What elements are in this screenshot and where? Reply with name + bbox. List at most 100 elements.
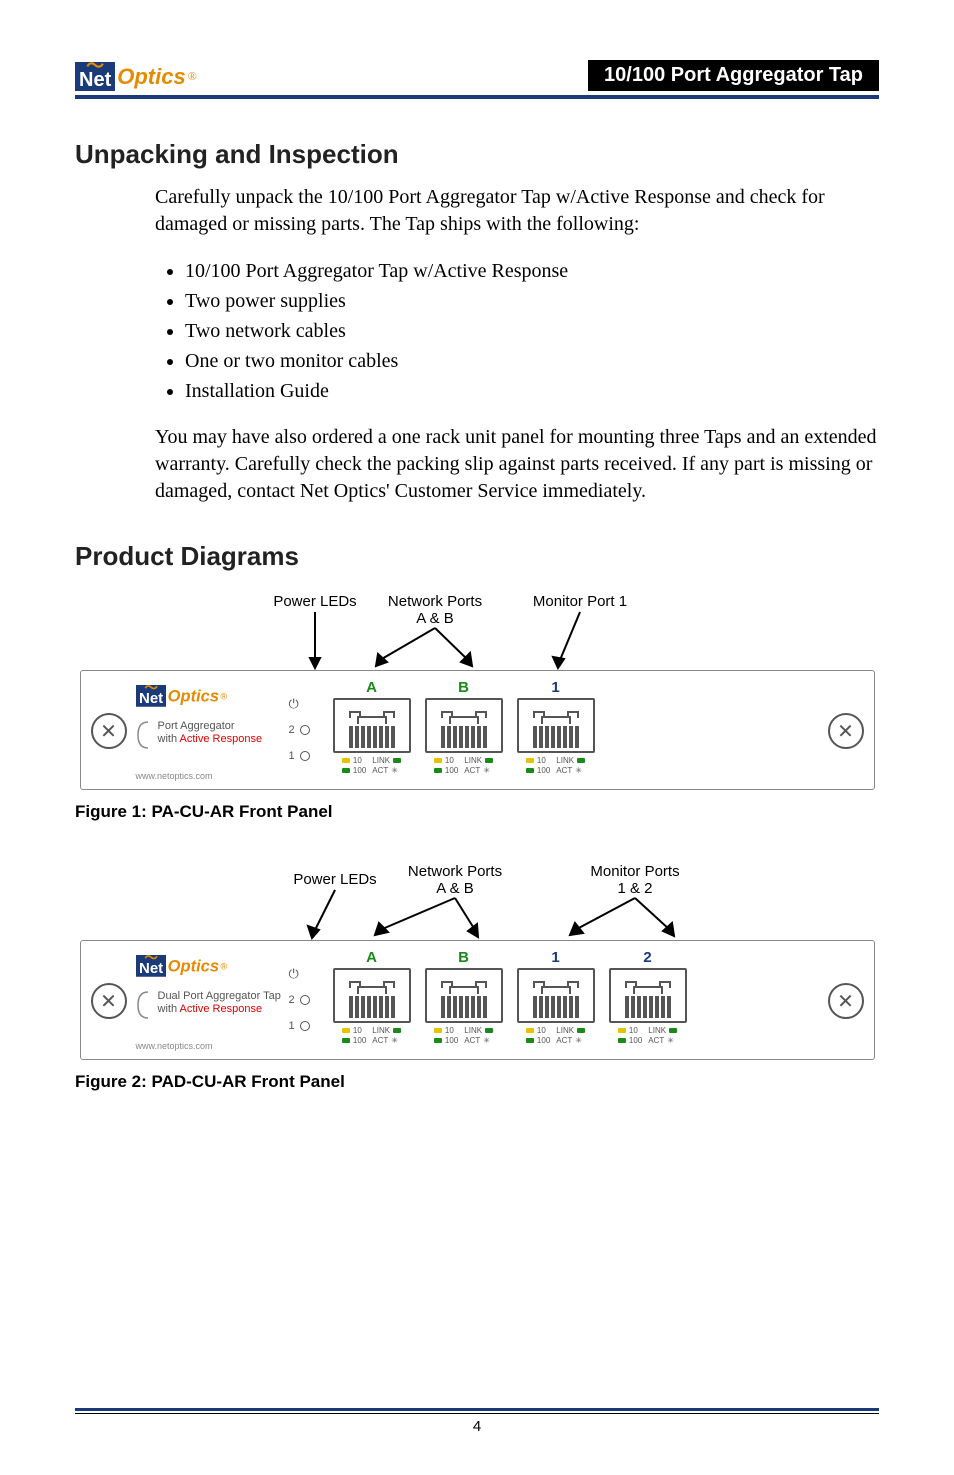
power-led-2-label: 2 xyxy=(289,724,295,736)
port-label: A xyxy=(366,949,377,966)
ports-row: A 10100 LINKACT✳ B 10100 LINKACT✳ 1 xyxy=(333,949,687,1045)
list-item: Two power supplies xyxy=(185,286,879,316)
list-item: Installation Guide xyxy=(185,376,879,406)
figure-2: Power LEDs Network Ports A & B Monitor P… xyxy=(75,862,879,1092)
page-footer: 4 xyxy=(75,1408,879,1435)
list-item: Two network cables xyxy=(185,316,879,346)
logo: ～ Net Optics ® xyxy=(75,62,197,91)
port-legend: 10100 LINKACT✳ xyxy=(342,756,401,775)
port-legend: 10100 LINKACT✳ xyxy=(526,756,585,775)
port-label: B xyxy=(458,679,469,696)
rj45-port-icon xyxy=(425,968,503,1023)
led-ring-icon xyxy=(300,995,310,1005)
callout-monitor-ports-l2: 1 & 2 xyxy=(617,880,652,897)
callout-monitor-ports-l1: Monitor Ports xyxy=(590,863,679,880)
port-2: 2 10100 LINKACT✳ xyxy=(609,949,687,1045)
logo-net-box: ～ Net xyxy=(75,62,115,91)
act-icon: ✳ xyxy=(483,1036,490,1045)
logo-registered-icon: ® xyxy=(188,69,197,84)
unpacking-intro: Carefully unpack the 10/100 Port Aggrega… xyxy=(155,184,879,238)
panel-subtitle-l2: with Active Response xyxy=(158,733,263,746)
panel-url: www.netoptics.com xyxy=(136,1041,213,1051)
port-1: 1 10100 LINKACT✳ xyxy=(517,949,595,1045)
logo-net-text: Net xyxy=(79,71,111,89)
act-icon: ✳ xyxy=(391,1036,398,1045)
header-title: 10/100 Port Aggregator Tap xyxy=(588,60,879,91)
port-b: B 10100 LINKACT✳ xyxy=(425,679,503,775)
port-label: A xyxy=(366,679,377,696)
callout-network-ports-l2: A & B xyxy=(436,880,474,897)
port-label: 1 xyxy=(551,949,559,966)
unpacking-outro: You may have also ordered a one rack uni… xyxy=(155,424,879,505)
port-legend: 10100 LINKACT✳ xyxy=(526,1026,585,1045)
screw-icon: ✕ xyxy=(91,713,127,749)
port-a: A 10100 LINKACT✳ xyxy=(333,949,411,1045)
list-item: 10/100 Port Aggregator Tap w/Active Resp… xyxy=(185,256,879,286)
rj45-port-icon xyxy=(517,698,595,753)
port-legend: 10100 LINKACT✳ xyxy=(618,1026,677,1045)
power-icon: ⏻ xyxy=(289,966,299,982)
figure2-callout-arrows: Power LEDs Network Ports A & B Monitor P… xyxy=(80,862,875,940)
logo-optics-text: Optics xyxy=(117,64,185,90)
act-icon: ✳ xyxy=(575,1036,582,1045)
shipping-list: 10/100 Port Aggregator Tap w/Active Resp… xyxy=(185,256,879,406)
page-header: ～ Net Optics ® 10/100 Port Aggregator Ta… xyxy=(75,60,879,91)
port-label: B xyxy=(458,949,469,966)
callout-monitor-port: Monitor Port 1 xyxy=(532,593,626,610)
callout-network-ports-l1: Network Ports xyxy=(387,593,481,610)
screw-icon: ✕ xyxy=(828,713,864,749)
led-ring-icon xyxy=(300,751,310,761)
led-ring-icon xyxy=(300,1021,310,1031)
port-b: B 10100 LINKACT✳ xyxy=(425,949,503,1045)
callout-network-ports-l2: A & B xyxy=(416,610,454,627)
panel-logo-block: ～Net Optics ® Dual Port Aggregator Tap w… xyxy=(136,955,281,1020)
footer-rule-thick xyxy=(75,1408,879,1411)
power-led-1-label: 1 xyxy=(289,1020,295,1032)
rj45-port-icon xyxy=(333,968,411,1023)
diagrams-heading: Product Diagrams xyxy=(75,541,879,572)
bracket-icon xyxy=(136,990,152,1020)
figure2-panel: ✕ ✕ ～Net Optics ® Dual Port Aggregator T… xyxy=(80,940,875,1060)
page-number: 4 xyxy=(75,1418,879,1435)
screw-icon: ✕ xyxy=(91,983,127,1019)
figure-1: Power LEDs Network Ports A & B Monitor P… xyxy=(75,592,879,822)
header-rule xyxy=(75,95,879,99)
power-icon: ⏻ xyxy=(289,696,299,712)
panel-subtitle-l1: Dual Port Aggregator Tap xyxy=(158,990,281,1003)
rj45-port-icon xyxy=(425,698,503,753)
ports-row: A 10100 LINKACT✳ B 10100 LINKACT✳ 1 xyxy=(333,679,595,775)
act-icon: ✳ xyxy=(483,766,490,775)
port-label: 1 xyxy=(551,679,559,696)
port-legend: 10100 LINKACT✳ xyxy=(342,1026,401,1045)
act-icon: ✳ xyxy=(391,766,398,775)
bracket-icon xyxy=(136,720,152,750)
list-item: One or two monitor cables xyxy=(185,346,879,376)
screw-icon: ✕ xyxy=(828,983,864,1019)
panel-logo-block: ～Net Optics ® Port Aggregator with Activ… xyxy=(136,685,263,750)
port-label: 2 xyxy=(643,949,651,966)
port-legend: 10100 LINKACT✳ xyxy=(434,1026,493,1045)
port-legend: 10100 LINKACT✳ xyxy=(434,756,493,775)
rj45-port-icon xyxy=(609,968,687,1023)
footer-rule-thin xyxy=(75,1413,879,1414)
act-icon: ✳ xyxy=(575,766,582,775)
power-led-2-label: 2 xyxy=(289,994,295,1006)
figure1-caption: Figure 1: PA-CU-AR Front Panel xyxy=(75,802,879,822)
panel-url: www.netoptics.com xyxy=(136,771,213,781)
unpacking-heading: Unpacking and Inspection xyxy=(75,139,879,170)
port-a: A 10100 LINKACT✳ xyxy=(333,679,411,775)
power-led-1-label: 1 xyxy=(289,750,295,762)
power-led-column: ⏻ 2 1 xyxy=(289,961,310,1039)
port-1: 1 10100 LINKACT✳ xyxy=(517,679,595,775)
panel-subtitle-l1: Port Aggregator xyxy=(158,720,263,733)
act-icon: ✳ xyxy=(667,1036,674,1045)
figure1-callout-arrows: Power LEDs Network Ports A & B Monitor P… xyxy=(80,592,875,670)
figure2-caption: Figure 2: PAD-CU-AR Front Panel xyxy=(75,1072,879,1092)
figure1-panel: ✕ ✕ ～Net Optics ® Port Aggregator with A… xyxy=(80,670,875,790)
power-led-column: ⏻ 2 1 xyxy=(289,691,310,769)
callout-network-ports-l1: Network Ports xyxy=(407,863,501,880)
callout-power-leds: Power LEDs xyxy=(293,871,376,888)
panel-subtitle-l2: with Active Response xyxy=(158,1003,281,1016)
callout-power-leds: Power LEDs xyxy=(273,593,356,610)
rj45-port-icon xyxy=(333,698,411,753)
